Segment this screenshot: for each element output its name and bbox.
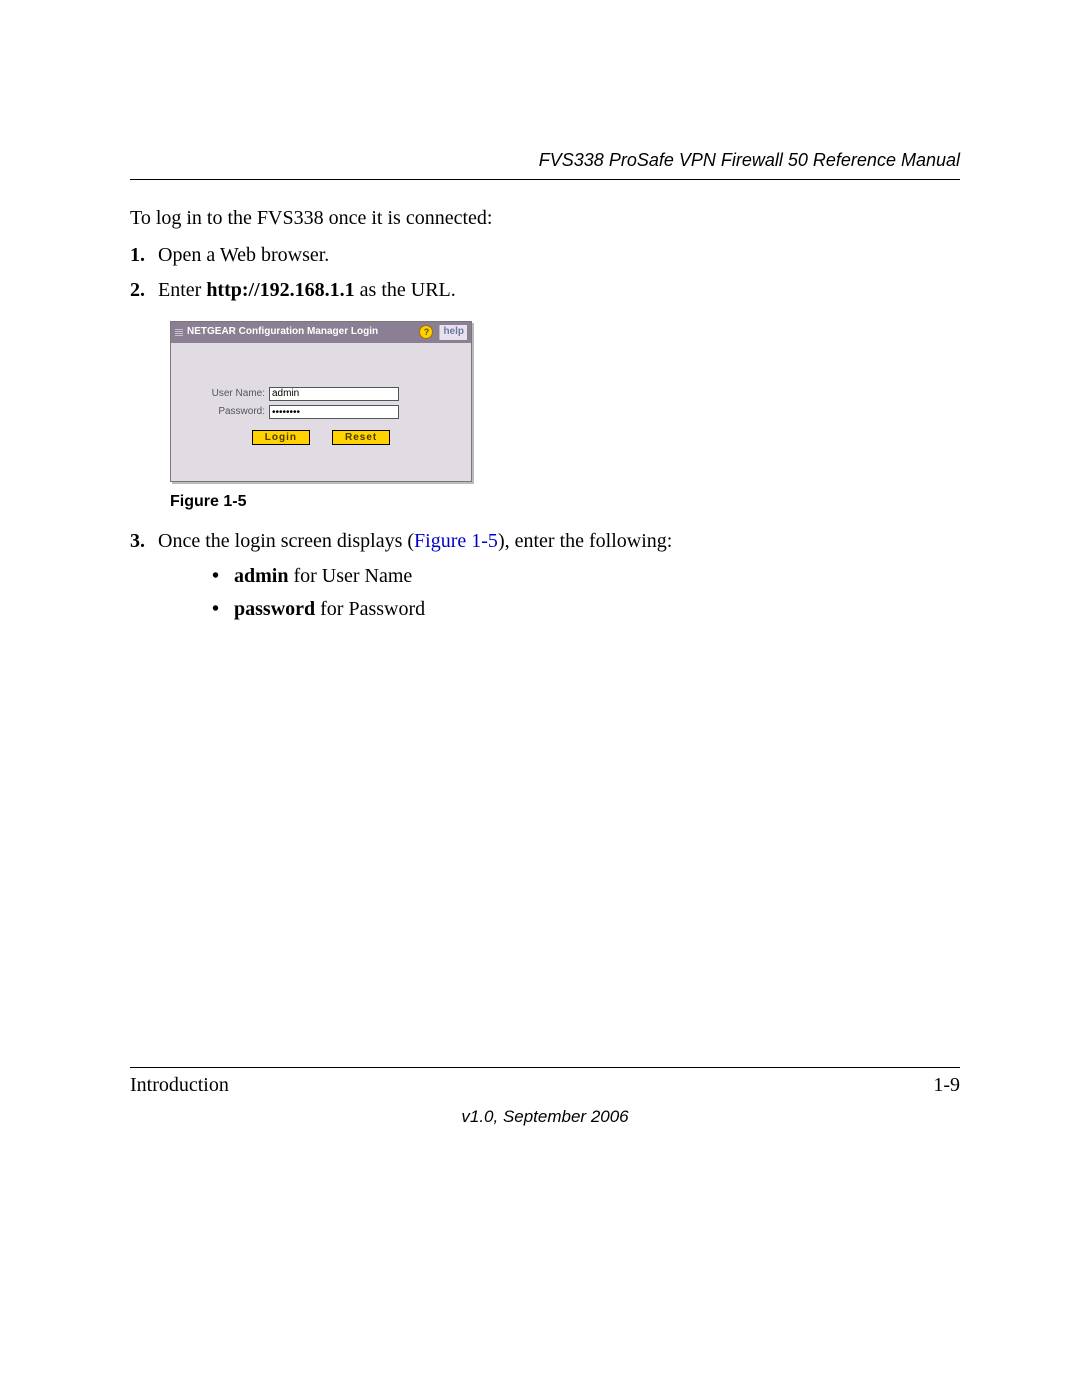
footer-section: Introduction (130, 1074, 229, 1097)
step-3-number: 3. (130, 527, 145, 556)
username-label: User Name: (181, 387, 269, 402)
footer-page-number: 1-9 (933, 1074, 960, 1097)
step-list: 1. Open a Web browser. 2. Enter http://1… (130, 241, 960, 305)
bullet-username-rest: for User Name (288, 565, 412, 587)
username-input[interactable] (269, 387, 399, 401)
help-link[interactable]: help (439, 325, 467, 340)
footer-line: Introduction 1-9 (130, 1074, 960, 1097)
bullet-password: password for Password (212, 595, 960, 624)
footer-rule (130, 1067, 960, 1068)
reset-button[interactable]: Reset (332, 430, 390, 445)
login-button[interactable]: Login (252, 430, 310, 445)
screenshot-title: NETGEAR Configuration Manager Login (187, 325, 378, 340)
document-page: FVS338 ProSafe VPN Firewall 50 Reference… (0, 0, 1080, 1397)
footer-version: v1.0, September 2006 (130, 1107, 960, 1127)
step-2-post: as the URL. (355, 279, 456, 301)
step-1-text: Open a Web browser. (158, 244, 329, 266)
step-1-number: 1. (130, 241, 145, 270)
step-2-url: http://192.168.1.1 (206, 279, 354, 301)
credentials-list: admin for User Name password for Passwor… (212, 562, 960, 624)
step-2-pre: Enter (158, 279, 206, 301)
button-row: Login Reset (181, 430, 461, 445)
figure-1-5: NETGEAR Configuration Manager Login ? he… (170, 321, 960, 482)
bullet-username-bold: admin (234, 565, 288, 587)
intro-paragraph: To log in to the FVS338 once it is conne… (130, 204, 960, 233)
figure-crossref[interactable]: Figure 1-5 (414, 530, 498, 552)
password-input[interactable] (269, 405, 399, 419)
bullet-password-rest: for Password (315, 598, 425, 620)
step-3: 3. Once the login screen displays (Figur… (130, 527, 960, 556)
step-2-number: 2. (130, 276, 145, 305)
page-footer: Introduction 1-9 v1.0, September 2006 (130, 1067, 960, 1127)
help-icon[interactable]: ? (419, 325, 433, 339)
login-screenshot: NETGEAR Configuration Manager Login ? he… (170, 321, 472, 482)
username-row: User Name: (181, 387, 461, 402)
screenshot-titlebar: NETGEAR Configuration Manager Login ? he… (171, 322, 471, 343)
manual-title: FVS338 ProSafe VPN Firewall 50 Reference… (539, 150, 960, 170)
password-label: Password: (181, 405, 269, 420)
figure-caption: Figure 1-5 (170, 490, 960, 513)
password-row: Password: (181, 405, 461, 420)
screenshot-body: User Name: Password: Login Reset (171, 343, 471, 481)
step-list-continued: 3. Once the login screen displays (Figur… (130, 527, 960, 556)
step-2: 2. Enter http://192.168.1.1 as the URL. (130, 276, 960, 305)
step-1: 1. Open a Web browser. (130, 241, 960, 270)
body-content: To log in to the FVS338 once it is conne… (130, 204, 960, 624)
grip-icon (175, 328, 183, 336)
step-3-pre: Once the login screen displays ( (158, 530, 414, 552)
step-3-post: ), enter the following: (498, 530, 672, 552)
bullet-password-bold: password (234, 598, 315, 620)
bullet-username: admin for User Name (212, 562, 960, 591)
page-header: FVS338 ProSafe VPN Firewall 50 Reference… (130, 150, 960, 180)
